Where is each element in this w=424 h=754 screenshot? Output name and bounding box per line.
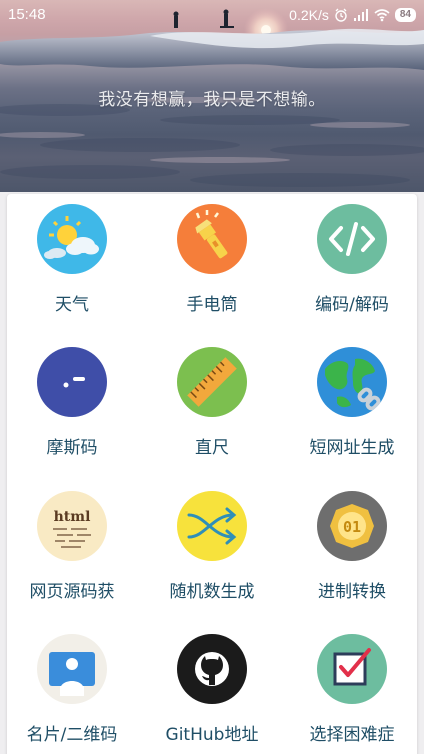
network-speed: 0.2K/s bbox=[289, 7, 329, 23]
tile-label: 随机数生成 bbox=[169, 582, 255, 602]
battery-indicator: 84 bbox=[394, 8, 416, 22]
html-icon: html bbox=[37, 491, 107, 561]
wifi-icon bbox=[374, 9, 390, 22]
morse-icon bbox=[37, 347, 107, 417]
alarm-icon bbox=[335, 8, 347, 22]
coin-icon: 01 bbox=[317, 491, 387, 561]
tile-label: 网页源码获 bbox=[29, 582, 115, 602]
tile-label: 摩斯码 bbox=[46, 438, 98, 458]
tile-label: 手电筒 bbox=[186, 295, 238, 315]
tile-label: 天气 bbox=[55, 295, 89, 315]
shuffle-icon bbox=[177, 491, 247, 561]
status-time: 15:48 bbox=[8, 6, 46, 23]
code-icon bbox=[317, 204, 387, 274]
app-screen: 我没有想赢，我只是不想输。 15:48 0.2K/s 84 天气 手电筒 编码/… bbox=[0, 0, 424, 754]
globe-link-icon bbox=[317, 347, 387, 417]
tile-label: 名片/二维码 bbox=[26, 725, 118, 745]
tile-html-source[interactable]: html 网页源码获 bbox=[7, 481, 137, 621]
tools-card: 天气 手电筒 编码/解码 摩斯码 直尺 短网址生成 html 网页源码获 随机数… bbox=[7, 194, 417, 754]
card-icon bbox=[37, 634, 107, 704]
tile-codec[interactable]: 编码/解码 bbox=[287, 194, 417, 334]
tile-label: 选择困难症 bbox=[309, 725, 395, 745]
tile-short-url[interactable]: 短网址生成 bbox=[287, 337, 417, 477]
tile-random[interactable]: 随机数生成 bbox=[147, 481, 277, 621]
tile-label: 直尺 bbox=[195, 438, 229, 458]
status-bar: 15:48 0.2K/s 84 bbox=[0, 0, 424, 30]
tile-choice[interactable]: 选择困难症 bbox=[287, 624, 417, 754]
tile-weather[interactable]: 天气 bbox=[7, 194, 137, 334]
svg-text:01: 01 bbox=[343, 518, 361, 536]
tile-flashlight[interactable]: 手电筒 bbox=[147, 194, 277, 334]
status-icons: 0.2K/s 84 bbox=[289, 5, 416, 25]
tile-radix[interactable]: 01 进制转换 bbox=[287, 481, 417, 621]
ruler-icon bbox=[177, 347, 247, 417]
tile-label: 编码/解码 bbox=[315, 295, 389, 315]
signal-icon bbox=[353, 9, 368, 21]
hero-quote: 我没有想赢，我只是不想输。 bbox=[98, 90, 326, 110]
tile-label: 进制转换 bbox=[318, 582, 386, 602]
weather-icon bbox=[37, 204, 107, 274]
github-icon bbox=[177, 634, 247, 704]
tile-morse[interactable]: 摩斯码 bbox=[7, 337, 137, 477]
tile-card-qrcode[interactable]: 名片/二维码 bbox=[7, 624, 137, 754]
tile-label: 短网址生成 bbox=[309, 438, 395, 458]
checkbox-icon bbox=[317, 634, 387, 704]
tile-ruler[interactable]: 直尺 bbox=[147, 337, 277, 477]
tile-label: GitHub地址 bbox=[165, 725, 259, 745]
svg-text:html: html bbox=[54, 509, 91, 525]
flashlight-icon bbox=[177, 204, 247, 274]
tile-github[interactable]: GitHub地址 bbox=[147, 624, 277, 754]
